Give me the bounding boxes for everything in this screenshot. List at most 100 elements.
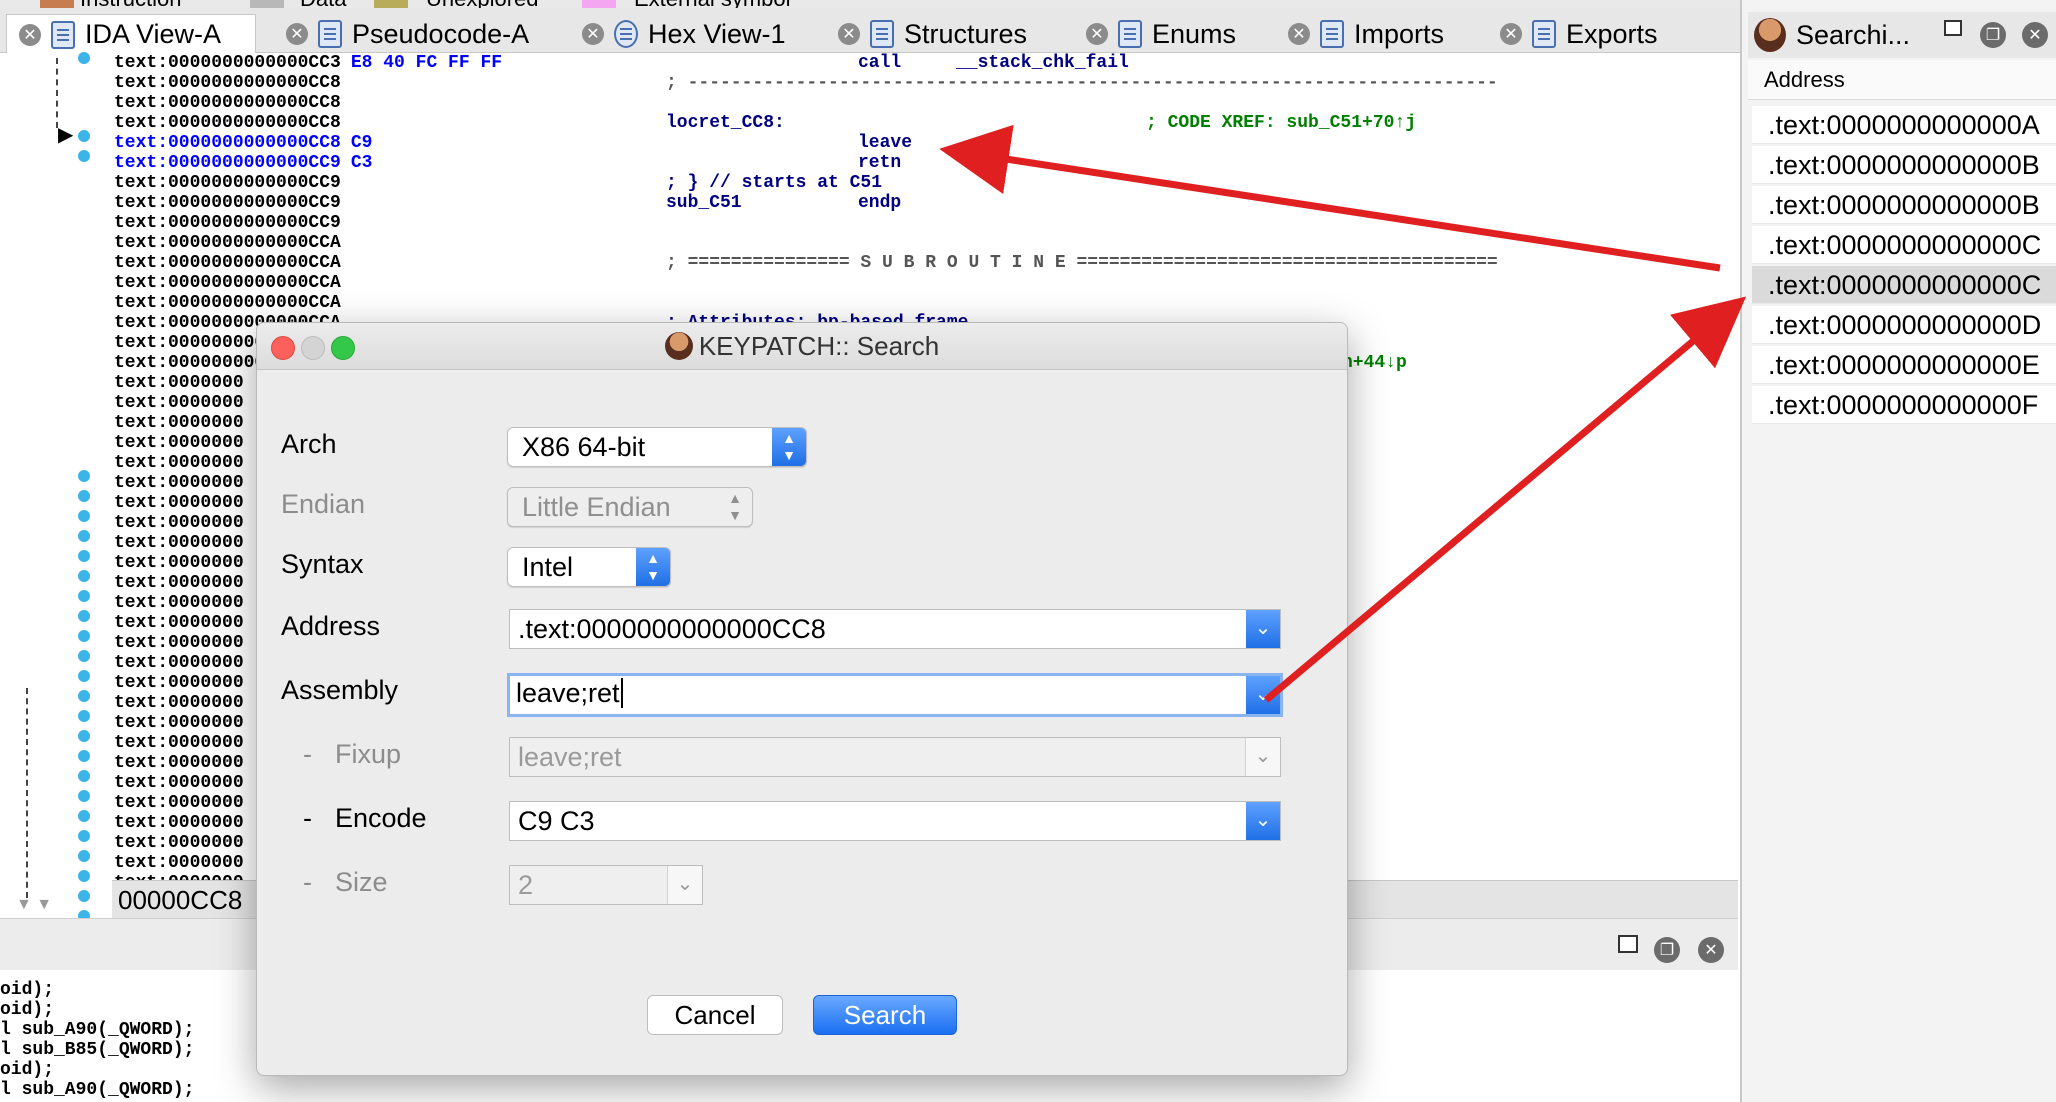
address-column-header[interactable]: Address: [1748, 60, 2056, 100]
chevron-down-icon[interactable]: ⌄: [1246, 676, 1280, 714]
tab-hex-view-1[interactable]: ✕ Hex View-1: [570, 16, 786, 52]
close-icon[interactable]: ✕: [838, 23, 860, 45]
breakpoint-dot[interactable]: [78, 570, 90, 582]
assembly-input[interactable]: leave;ret ⌄: [507, 673, 1283, 717]
restore-icon[interactable]: ❐: [1654, 937, 1680, 963]
disasm-line[interactable]: text:0000000: [114, 413, 244, 433]
disasm-line[interactable]: text:0000000: [114, 713, 244, 733]
breakpoint-dot[interactable]: [78, 590, 90, 602]
breakpoint-dot[interactable]: [78, 690, 90, 702]
disasm-line[interactable]: text:0000000000000CCA: [114, 273, 341, 293]
disasm-line[interactable]: text:0000000000000CC3 E8 40 FC FF FF: [114, 53, 502, 73]
disasm-line[interactable]: text:0000000: [114, 373, 244, 393]
disasm-line[interactable]: text:0000000: [114, 693, 244, 713]
disasm-line[interactable]: text:0000000: [114, 793, 244, 813]
breakpoint-dot[interactable]: [78, 810, 90, 822]
breakpoint-dot[interactable]: [78, 850, 90, 862]
close-icon[interactable]: ✕: [1698, 937, 1724, 963]
disasm-line[interactable]: text:0000000000000CCA: [114, 233, 341, 253]
tab-imports[interactable]: ✕ Imports: [1276, 16, 1444, 52]
close-icon[interactable]: ✕: [582, 23, 604, 45]
disasm-line[interactable]: text:0000000000000CC8: [114, 93, 341, 113]
search-result-row[interactable]: .text:0000000000000E: [1752, 346, 2056, 384]
breakpoint-dot[interactable]: [78, 650, 90, 662]
breakpoint-dot[interactable]: [78, 750, 90, 762]
tab-ida-view-a[interactable]: ✕ IDA View-A: [6, 14, 256, 54]
disasm-line[interactable]: text:0000000000000CC9: [114, 213, 341, 233]
close-icon[interactable]: ✕: [286, 23, 308, 45]
disasm-line[interactable]: text:0000000: [114, 533, 244, 553]
disasm-line[interactable]: text:0000000000000CC9: [114, 193, 341, 213]
disasm-line[interactable]: text:0000000000000CC8: [114, 73, 341, 93]
disasm-line[interactable]: text:0000000000000CCA: [114, 293, 341, 313]
breakpoint-dot[interactable]: [78, 870, 90, 882]
disasm-line[interactable]: text:0000000: [114, 633, 244, 653]
disasm-line[interactable]: text:0000000: [114, 493, 244, 513]
cancel-button[interactable]: Cancel: [647, 995, 783, 1035]
disasm-line[interactable]: text:0000000: [114, 813, 244, 833]
disasm-line[interactable]: text:0000000: [114, 393, 244, 413]
disasm-line[interactable]: text:0000000: [114, 773, 244, 793]
encode-combobox[interactable]: C9 C3 ⌄: [509, 801, 1281, 841]
search-result-row[interactable]: .text:0000000000000F: [1752, 386, 2056, 424]
breakpoint-dot[interactable]: [78, 710, 90, 722]
chevron-down-icon[interactable]: ⌄: [1246, 610, 1280, 648]
tab-pseudocode-a[interactable]: ✕ Pseudocode-A: [274, 16, 529, 52]
disasm-line[interactable]: text:0000000: [114, 613, 244, 633]
tab-enums[interactable]: ✕ Enums: [1074, 16, 1236, 52]
breakpoint-dot[interactable]: [78, 470, 90, 482]
search-result-row[interactable]: .text:0000000000000D: [1752, 306, 2056, 344]
breakpoint-dot[interactable]: [78, 610, 90, 622]
disasm-line[interactable]: text:0000000: [114, 673, 244, 693]
disasm-line[interactable]: text:0000000: [114, 733, 244, 753]
disasm-line[interactable]: text:0000000000000CC9 C3: [114, 153, 372, 173]
disasm-line[interactable]: text:0000000: [114, 753, 244, 773]
disasm-line[interactable]: text:0000000000000CC8 C9: [114, 133, 372, 153]
float-icon[interactable]: [1944, 20, 1962, 36]
breakpoint-dot[interactable]: [78, 790, 90, 802]
address-combobox[interactable]: .text:0000000000000CC8 ⌄: [509, 609, 1281, 649]
breakpoint-dot[interactable]: [78, 550, 90, 562]
disasm-line[interactable]: text:0000000: [114, 473, 244, 493]
breakpoint-dot[interactable]: [78, 510, 90, 522]
search-result-row[interactable]: .text:0000000000000B: [1752, 146, 2056, 184]
disasm-line[interactable]: text:0000000: [114, 653, 244, 673]
close-icon[interactable]: ✕: [19, 23, 41, 46]
breakpoint-dot[interactable]: [78, 890, 90, 902]
close-icon[interactable]: ✕: [1086, 23, 1108, 45]
search-button[interactable]: Search: [813, 995, 957, 1035]
disasm-line[interactable]: text:0000000: [114, 433, 244, 453]
breakpoint-dot[interactable]: [78, 670, 90, 682]
breakpoint-dot[interactable]: [78, 770, 90, 782]
disasm-line[interactable]: text:0000000: [114, 853, 244, 873]
disasm-line[interactable]: text:0000000000000CC9: [114, 173, 341, 193]
breakpoint-dot[interactable]: [78, 52, 90, 64]
search-result-row[interactable]: .text:0000000000000C: [1752, 266, 2056, 304]
disasm-line[interactable]: text:0000000: [114, 453, 244, 473]
restore-icon[interactable]: ❐: [1980, 22, 2006, 48]
disasm-line[interactable]: text:0000000000000CC8: [114, 113, 341, 133]
disasm-line[interactable]: text:0000000: [114, 573, 244, 593]
disasm-line[interactable]: text:0000000: [114, 513, 244, 533]
breakpoint-dot[interactable]: [78, 830, 90, 842]
disasm-line[interactable]: text:0000000000000CCA: [114, 253, 341, 273]
breakpoint-dot[interactable]: [78, 630, 90, 642]
breakpoint-dot[interactable]: [78, 150, 90, 162]
breakpoint-dot[interactable]: [78, 730, 90, 742]
disasm-line[interactable]: text:0000000: [114, 553, 244, 573]
breakpoint-dot[interactable]: [78, 490, 90, 502]
float-icon[interactable]: [1618, 935, 1638, 953]
chevron-down-icon[interactable]: ⌄: [1246, 802, 1280, 840]
close-icon[interactable]: ✕: [1500, 23, 1522, 45]
arch-select[interactable]: X86 64-bit ▲ ▼: [507, 427, 807, 467]
close-icon[interactable]: ✕: [2022, 22, 2048, 48]
disasm-line[interactable]: text:0000000: [114, 833, 244, 853]
search-result-row[interactable]: .text:0000000000000C: [1752, 226, 2056, 264]
breakpoint-dot[interactable]: [78, 130, 90, 142]
tab-structures[interactable]: ✕ Structures: [826, 16, 1027, 52]
breakpoint-dot[interactable]: [78, 530, 90, 542]
close-icon[interactable]: ✕: [1288, 23, 1310, 45]
tab-exports[interactable]: ✕ Exports: [1488, 16, 1658, 52]
search-result-row[interactable]: .text:0000000000000A: [1752, 106, 2056, 144]
disasm-line[interactable]: text:0000000: [114, 593, 244, 613]
